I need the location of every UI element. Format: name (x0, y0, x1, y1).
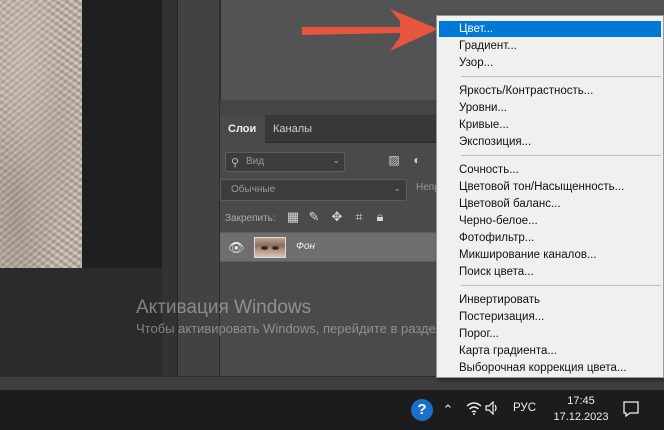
help-icon[interactable]: ? (411, 399, 433, 421)
search-icon: ⚲ (231, 157, 240, 169)
notification-center-icon[interactable] (621, 399, 641, 419)
canvas-pasteboard (82, 0, 162, 268)
menu-item-levels[interactable]: Уровни... (437, 100, 663, 116)
menu-item-exposure[interactable]: Экспозиция... (437, 134, 663, 150)
menu-item-color-lookup[interactable]: Поиск цвета... (437, 264, 663, 280)
layer-name[interactable]: Фон (296, 241, 315, 252)
blend-mode-select[interactable]: Обычные ⌄ (220, 179, 407, 201)
menu-item-invert[interactable]: Инвертировать (437, 292, 663, 308)
tab-channels[interactable]: Каналы (265, 115, 323, 143)
clock-date: 17.12.2023 (553, 411, 609, 423)
lock-brush-icon[interactable]: ✎ (306, 209, 322, 225)
menu-separator (461, 76, 661, 77)
windows-taskbar: ? ⌃ РУС 17:45 17.12.2023 (0, 390, 664, 430)
document-image[interactable] (0, 0, 82, 268)
menu-item-posterize[interactable]: Постеризация... (437, 309, 663, 325)
menu-item-color[interactable]: Цвет... (439, 21, 661, 37)
menu-item-selective-color[interactable]: Выборочная коррекция цвета... (437, 360, 663, 376)
chevron-down-icon: ⌄ (393, 183, 401, 193)
volume-icon[interactable] (485, 400, 499, 420)
menu-item-curves[interactable]: Кривые... (437, 117, 663, 133)
panel-bottom-bar (0, 376, 664, 390)
wifi-icon[interactable] (466, 401, 482, 420)
layer-filter-label: Вид (246, 156, 265, 167)
menu-item-hue-saturation[interactable]: Цветовой тон/Насыщенность... (437, 179, 663, 195)
menu-item-gradient-map[interactable]: Карта градиента... (437, 343, 663, 359)
eye-icon[interactable]: 👁︎ (228, 240, 245, 256)
clock-time: 17:45 (567, 395, 595, 407)
menu-separator (461, 155, 661, 156)
layer-filter-select[interactable]: ⚲ Вид ⌄ (225, 152, 345, 172)
lock-label: Закрепить: (225, 213, 276, 224)
menu-item-photo-filter[interactable]: Фотофильтр... (437, 230, 663, 246)
lock-artboard-icon[interactable]: ⌗ (351, 209, 367, 225)
image-filter-icon[interactable]: ▨ (386, 152, 402, 168)
menu-item-brightness-contrast[interactable]: Яркость/Контрастность... (437, 83, 663, 99)
adjustment-filter-icon[interactable]: ◐ (409, 152, 425, 168)
annotation-arrow (302, 9, 438, 51)
menu-separator (461, 285, 661, 286)
layer-thumbnail[interactable] (254, 237, 286, 258)
blend-mode-label: Обычные (231, 184, 276, 195)
menu-item-gradient[interactable]: Градиент... (437, 38, 663, 54)
menu-item-color-balance[interactable]: Цветовой баланс... (437, 196, 663, 212)
menu-item-threshold[interactable]: Порог... (437, 326, 663, 342)
lock-position-icon[interactable]: ✥ (329, 209, 345, 225)
tab-layers[interactable]: Слои (220, 115, 265, 143)
clock[interactable]: 17:45 17.12.2023 (553, 393, 609, 425)
menu-item-black-white[interactable]: Черно-белое... (437, 213, 663, 229)
lock-all-icon[interactable]: 🔒︎ (372, 209, 388, 225)
menu-item-pattern[interactable]: Узор... (437, 55, 663, 71)
menu-item-channel-mixer[interactable]: Микширование каналов... (437, 247, 663, 263)
menu-item-vibrance[interactable]: Сочность... (437, 162, 663, 178)
lock-transparency-icon[interactable]: ▦ (285, 209, 301, 225)
input-language-indicator[interactable]: РУС (513, 402, 536, 414)
chevron-up-icon[interactable]: ⌃ (441, 401, 455, 419)
chevron-down-icon: ⌄ (332, 155, 340, 165)
adjustment-layer-menu: Цвет... Градиент... Узор... Яркость/Конт… (436, 15, 664, 378)
